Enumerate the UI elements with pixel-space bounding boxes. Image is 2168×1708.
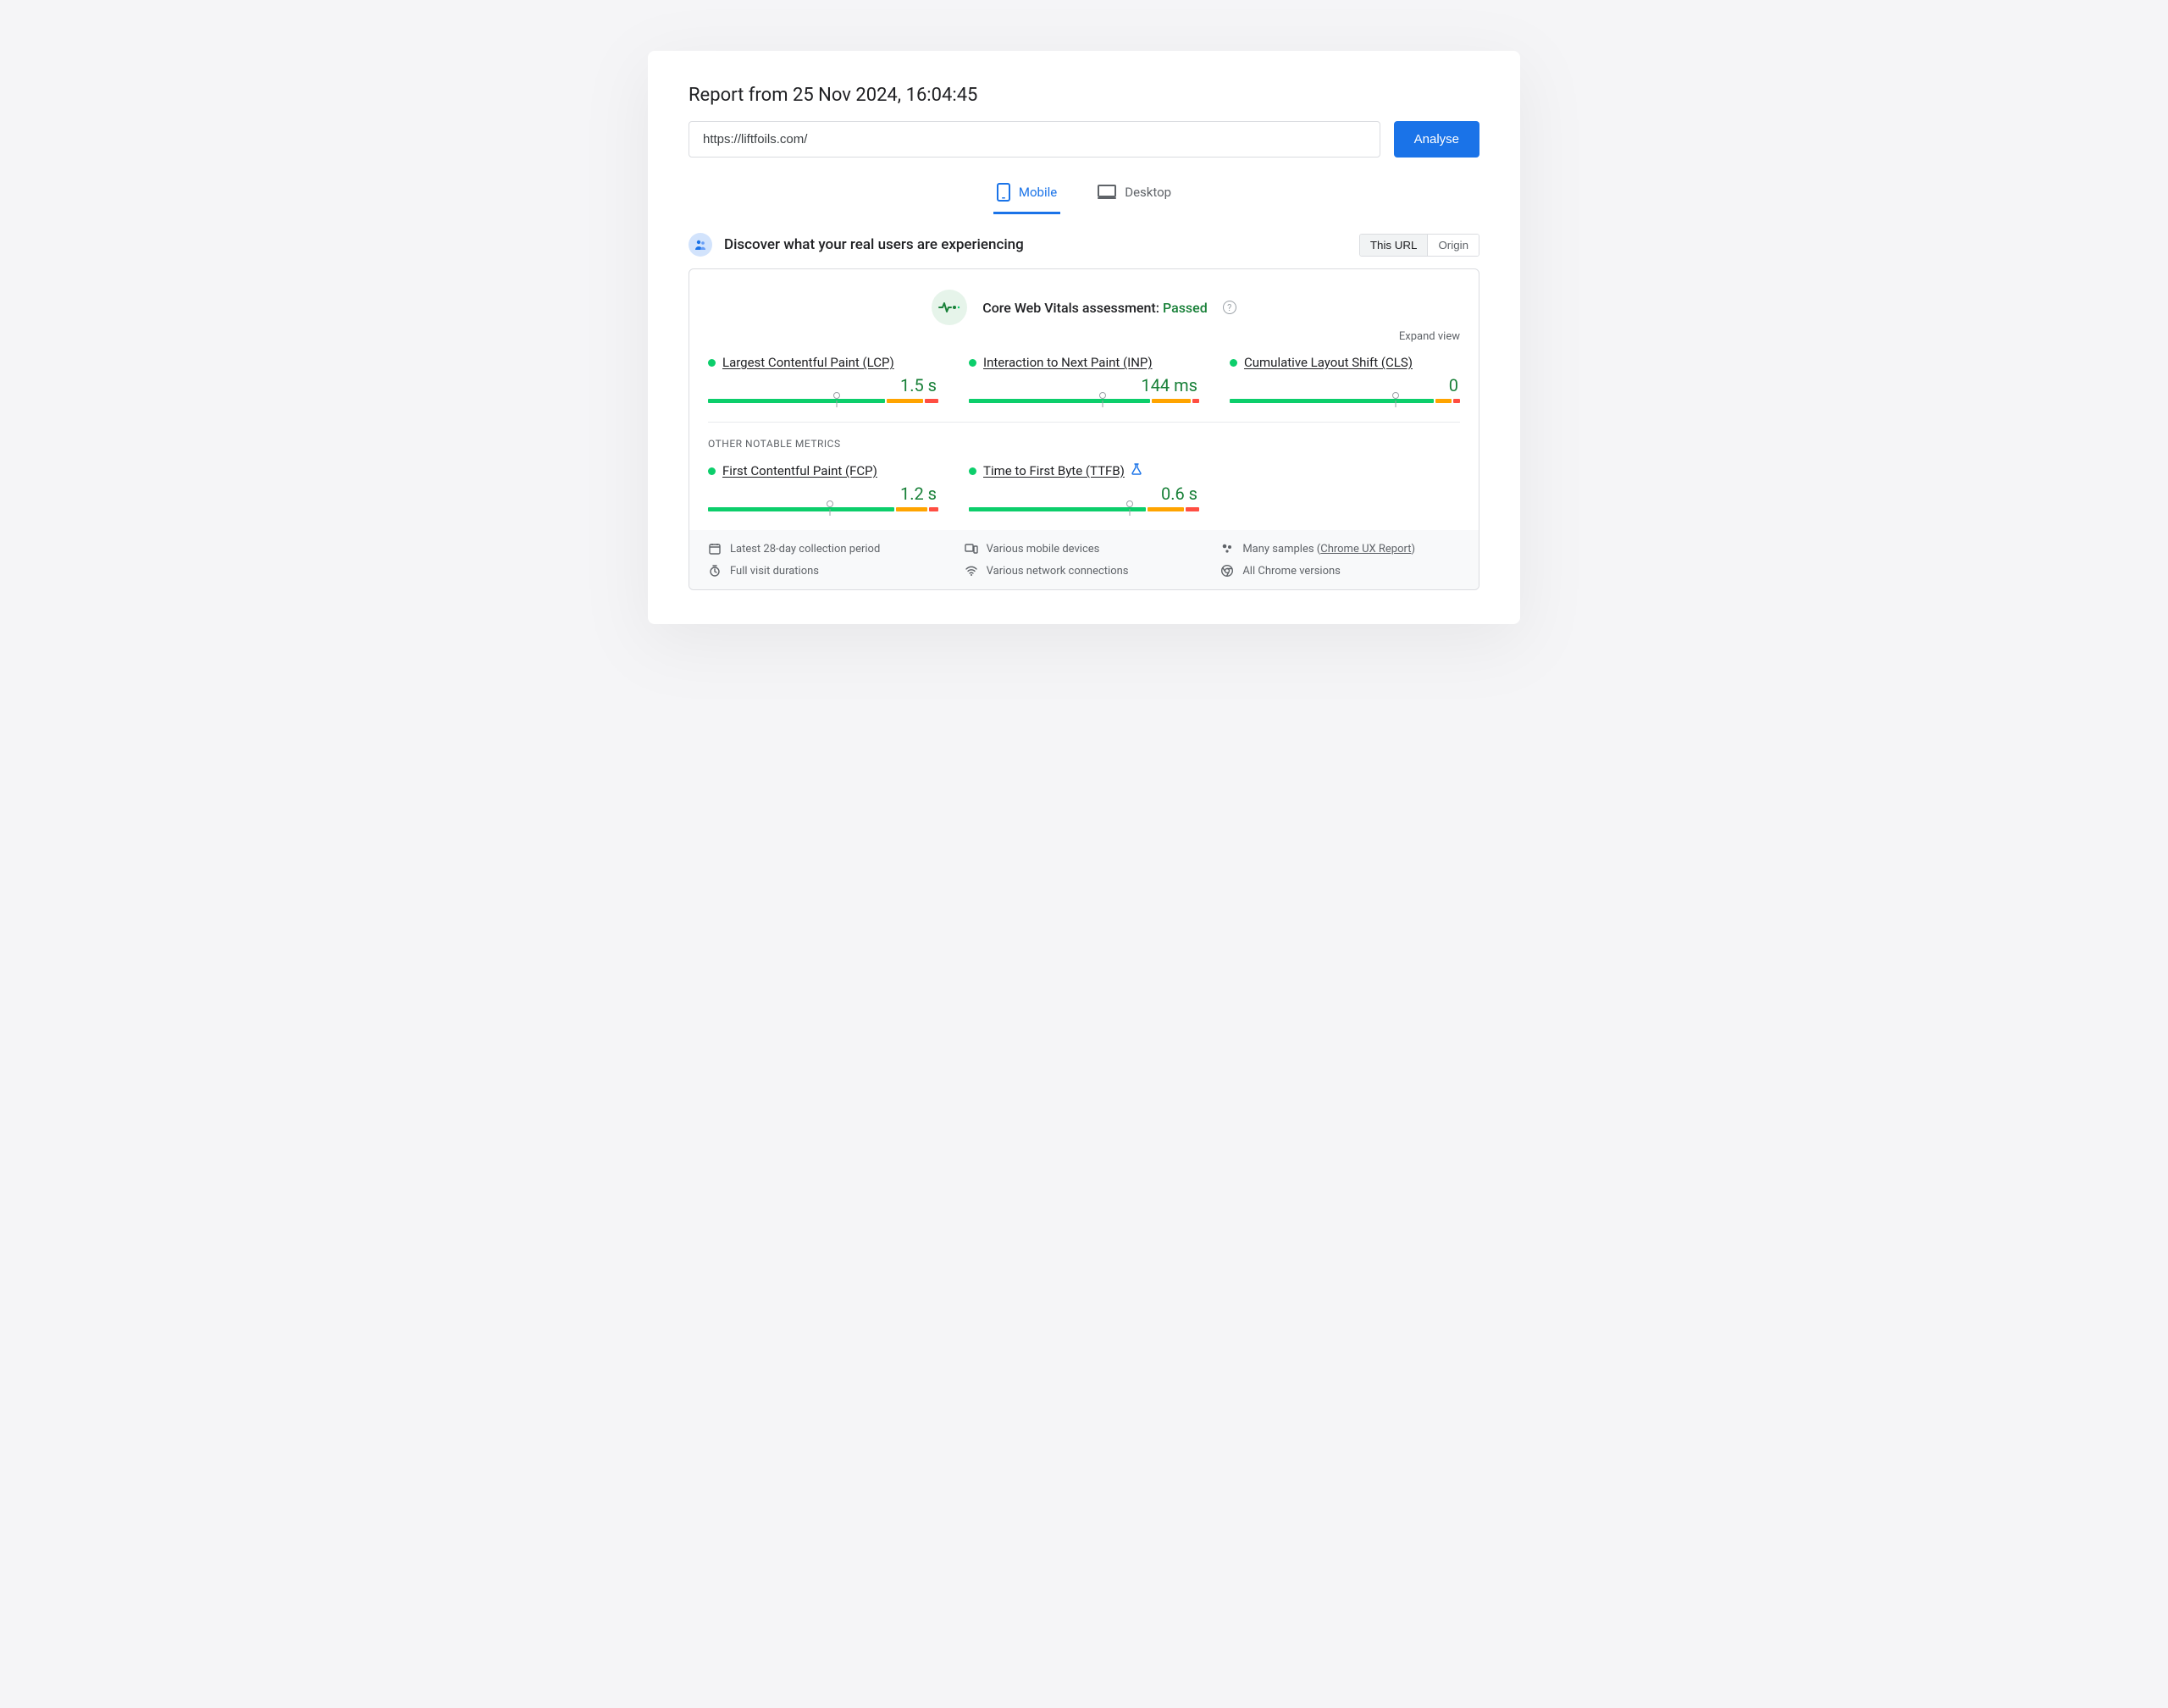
url-row: Analyse [689,121,1479,158]
cwv-label: Core Web Vitals assessment: [982,300,1163,316]
metric-lcp-name[interactable]: Largest Contentful Paint (LCP) [722,355,894,370]
footer-devices: Various mobile devices [965,542,1204,556]
divider [708,422,1460,423]
help-icon[interactable]: ? [1223,301,1236,314]
metric-cls-distribution [1230,399,1460,403]
metric-inp: Interaction to Next Paint (INP) 144 ms [969,355,1199,403]
metric-cls-name[interactable]: Cumulative Layout Shift (CLS) [1244,355,1413,370]
chrome-icon [1220,564,1234,578]
cwv-metrics-grid: Largest Contentful Paint (LCP) 1.5 s Int… [708,355,1460,422]
metric-ttfb-distribution [969,507,1199,511]
metric-inp-distribution [969,399,1199,403]
metric-lcp: Largest Contentful Paint (LCP) 1.5 s [708,355,938,403]
cwv-header: Core Web Vitals assessment: Passed ? [708,290,1460,325]
footer-period: Latest 28-day collection period [708,542,948,556]
status-dot-good [969,359,976,367]
status-dot-good [708,467,716,475]
footer-durations-text: Full visit durations [730,565,819,578]
metric-ttfb-name[interactable]: Time to First Byte (TTFB) [983,463,1125,478]
wifi-icon [965,564,978,578]
footer-connections-text: Various network connections [987,565,1129,578]
status-dot-good [969,467,976,475]
metric-fcp-value: 1.2 s [708,484,938,504]
metric-cls: Cumulative Layout Shift (CLS) 0 [1230,355,1460,403]
metric-lcp-value: 1.5 s [708,375,938,395]
metric-inp-value: 144 ms [969,375,1199,395]
marker-icon [1126,500,1133,507]
expand-view-link[interactable]: Expand view [708,330,1460,343]
marker-icon [827,500,833,507]
marker-icon [1392,392,1399,399]
clock-icon [708,564,722,578]
cwv-status: Passed [1163,300,1208,316]
metric-lcp-distribution [708,399,938,403]
metric-fcp-distribution [708,507,938,511]
discover-row: Discover what your real users are experi… [689,233,1479,257]
samples-icon [1220,542,1234,556]
metric-ttfb: Time to First Byte (TTFB) 0.6 s [969,463,1199,511]
crux-link[interactable]: Chrome UX Report [1320,543,1411,556]
footer-samples-text: Many samples (Chrome UX Report) [1242,543,1415,556]
tab-mobile[interactable]: Mobile [993,176,1060,214]
analyse-button[interactable]: Analyse [1394,121,1479,158]
marker-icon [1099,392,1106,399]
scope-origin[interactable]: Origin [1427,235,1479,256]
mobile-icon [997,183,1010,202]
calendar-icon [708,542,722,556]
desktop-icon [1098,185,1116,200]
footer-durations: Full visit durations [708,564,948,578]
metric-cls-value: 0 [1230,375,1460,395]
metric-ttfb-value: 0.6 s [969,484,1199,504]
footer-devices-text: Various mobile devices [987,543,1100,556]
footer-versions: All Chrome versions [1220,564,1460,578]
metric-fcp: First Contentful Paint (FCP) 1.2 s [708,463,938,511]
scope-toggle: This URL Origin [1359,234,1479,257]
pulse-icon [932,290,967,325]
footer-period-text: Latest 28-day collection period [730,543,880,556]
metric-fcp-name[interactable]: First Contentful Paint (FCP) [722,463,877,478]
metric-inp-name[interactable]: Interaction to Next Paint (INP) [983,355,1153,370]
cwv-text: Core Web Vitals assessment: Passed [982,300,1208,316]
url-input[interactable] [689,121,1380,158]
vitals-panel: Core Web Vitals assessment: Passed ? Exp… [689,268,1479,590]
status-dot-good [1230,359,1237,367]
device-tabs: Mobile Desktop [689,176,1479,214]
tab-desktop[interactable]: Desktop [1094,176,1175,214]
flask-icon [1131,463,1142,478]
tab-desktop-label: Desktop [1125,185,1171,200]
footer-versions-text: All Chrome versions [1242,565,1341,578]
devices-icon [965,542,978,556]
report-title: Report from 25 Nov 2024, 16:04:45 [689,85,1479,106]
tab-mobile-label: Mobile [1019,185,1057,200]
footer-connections: Various network connections [965,564,1204,578]
report-card: Report from 25 Nov 2024, 16:04:45 Analys… [648,51,1520,624]
footer-samples: Many samples (Chrome UX Report) [1220,542,1460,556]
users-icon [689,233,712,257]
discover-heading: Discover what your real users are experi… [724,236,1024,253]
marker-icon [833,392,840,399]
status-dot-good [708,359,716,367]
scope-this-url[interactable]: This URL [1360,235,1428,256]
collection-footer: Latest 28-day collection period Various … [689,530,1479,589]
other-metrics-label: OTHER NOTABLE METRICS [708,438,1460,450]
other-metrics-grid: First Contentful Paint (FCP) 1.2 s Time … [708,463,1460,530]
